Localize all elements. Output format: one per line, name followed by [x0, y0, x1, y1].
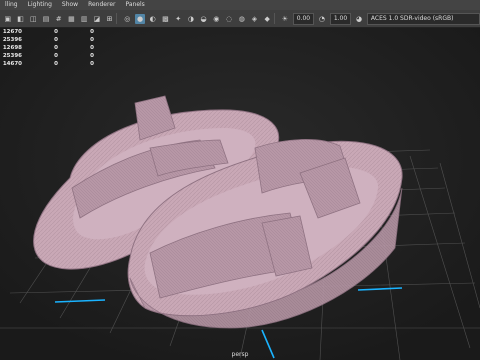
hud-row: 25396 0 0: [0, 36, 94, 44]
lights-icon[interactable]: ✦: [173, 14, 183, 24]
exposure-icon[interactable]: ☀: [280, 14, 290, 24]
default-material-icon[interactable]: ◐: [148, 14, 158, 24]
hud-value: 0: [90, 37, 94, 43]
xray-icon[interactable]: ◌: [224, 14, 234, 24]
hud-value: 12670: [2, 29, 22, 35]
hud-value: 0: [54, 53, 58, 59]
grid-toggle-icon[interactable]: #: [54, 14, 64, 24]
poly-count-hud: 12670 0 0 25396 0 0 12698 0 0 25396 0 0 …: [0, 28, 94, 68]
hud-row: 12698 0 0: [0, 44, 94, 52]
viewport-toolbar: ▣ ◧ ◫ ▤ # ▦ ▥ ◪ ⊞ ◎ ● ◐ ▩ ✦ ◑ ◒ ◉ ◌ ◍ ◈ …: [0, 10, 480, 28]
hud-value: 0: [90, 61, 94, 67]
camera-attributes-icon[interactable]: ◧: [16, 14, 26, 24]
wireframe-icon[interactable]: ◎: [122, 14, 132, 24]
color-management-icon[interactable]: ◕: [354, 14, 364, 24]
hud-value: 14670: [2, 61, 22, 67]
hud-value: 0: [90, 53, 94, 59]
field-chart-icon[interactable]: ⊞: [105, 14, 115, 24]
hud-value: 0: [90, 45, 94, 51]
bookmark-icon[interactable]: ◫: [28, 14, 38, 24]
hud-row: 12670 0 0: [0, 28, 94, 36]
smooth-shade-icon[interactable]: ●: [135, 13, 145, 24]
gate-mask-icon[interactable]: ◪: [92, 14, 102, 24]
hud-value: 0: [54, 61, 58, 67]
ambient-occlusion-icon[interactable]: ◒: [199, 14, 209, 24]
xray-joints-icon[interactable]: ◍: [237, 14, 247, 24]
menu-lighting[interactable]: Lighting: [23, 0, 57, 10]
exposure-field[interactable]: 0.00: [292, 12, 315, 25]
menu-renderer[interactable]: Renderer: [83, 0, 120, 10]
isolate-icon[interactable]: ◉: [211, 14, 221, 24]
menu-lighting-partial[interactable]: lling: [0, 0, 23, 10]
camera-name-label: persp: [231, 351, 249, 358]
3d-viewport[interactable]: [0, 28, 480, 360]
gamma-icon[interactable]: ◆: [262, 14, 272, 24]
image-plane-icon[interactable]: ▤: [41, 14, 51, 24]
film-gate-icon[interactable]: ▦: [67, 14, 77, 24]
hud-row: 25396 0 0: [0, 52, 94, 60]
hud-value: 0: [54, 29, 58, 35]
hud-value: 0: [90, 29, 94, 35]
shadows-icon[interactable]: ◑: [186, 14, 196, 24]
xray-components-icon[interactable]: ◈: [250, 14, 260, 24]
hud-value: 25396: [2, 53, 22, 59]
panel-menubar: lling Lighting Show Renderer Panels: [0, 0, 480, 10]
menu-panels[interactable]: Panels: [120, 0, 149, 10]
resolution-gate-icon[interactable]: ▥: [79, 14, 89, 24]
viewport-scene: [0, 28, 480, 360]
gamma-field[interactable]: 1.00: [329, 12, 352, 25]
hud-value: 0: [54, 37, 58, 43]
toolbar-divider: [274, 13, 276, 24]
menu-show[interactable]: Show: [57, 0, 83, 10]
hud-value: 25396: [2, 37, 22, 43]
view-transform-select[interactable]: ACES 1.0 SDR-video (sRGB): [366, 12, 480, 25]
hud-row: 14670 0 0: [0, 60, 94, 68]
gamma-field-icon[interactable]: ◔: [317, 14, 327, 24]
hud-value: 0: [54, 45, 58, 51]
toolbar-divider: [116, 13, 118, 24]
textured-icon[interactable]: ▩: [161, 14, 171, 24]
select-camera-icon[interactable]: ▣: [3, 14, 13, 24]
hud-value: 12698: [2, 45, 22, 51]
